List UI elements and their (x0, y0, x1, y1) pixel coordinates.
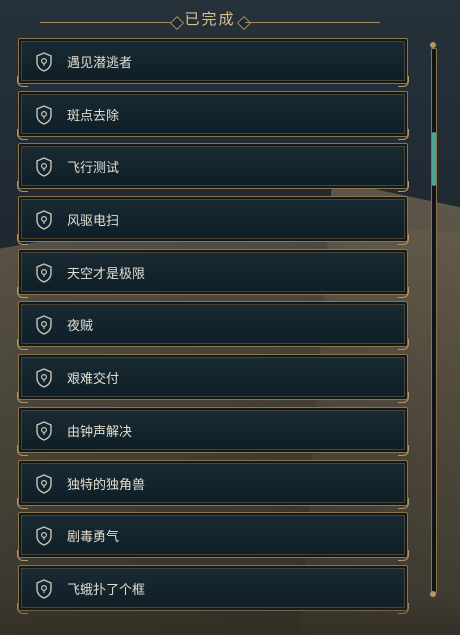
quest-item[interactable]: 斑点去除 (17, 90, 409, 140)
shield-icon (35, 52, 53, 72)
quest-item[interactable]: 由钟声解决 (17, 406, 409, 456)
shield-icon (35, 262, 53, 283)
shield-icon (35, 526, 53, 546)
quest-label: 由钟声解决 (67, 424, 133, 440)
quest-label: 剧毒勇气 (67, 530, 120, 546)
quest-label: 艰难交付 (67, 372, 120, 388)
shield-icon (35, 157, 53, 178)
quest-label: 遇见潜逃者 (67, 56, 133, 71)
quest-item[interactable]: 遇见潜逃者 (17, 38, 409, 87)
scrollbar-cap-bottom (430, 591, 436, 597)
quest-label: 独特的独角兽 (67, 477, 146, 493)
scrollbar[interactable] (428, 42, 438, 597)
section-title: 已完成 (184, 10, 236, 28)
shield-icon (35, 421, 53, 441)
quest-label: 飞蛾扑了个框 (67, 582, 146, 598)
header-rule-right (245, 22, 380, 23)
section-header: 已完成 (0, 0, 460, 36)
quest-item[interactable]: 风驱电扫 (17, 196, 409, 246)
shield-icon (35, 473, 53, 494)
scrollbar-track[interactable] (431, 48, 437, 593)
shield-icon (35, 315, 53, 336)
quest-item[interactable]: 天空才是极限 (17, 248, 409, 298)
quest-label: 风驱电扫 (67, 214, 120, 230)
quest-item[interactable]: 夜贼 (17, 301, 409, 351)
shield-icon (35, 579, 53, 599)
quest-label: 斑点去除 (67, 108, 120, 124)
quest-item[interactable]: 飞蛾扑了个框 (17, 564, 409, 614)
quest-item[interactable]: 独特的独角兽 (17, 459, 409, 509)
completed-quest-list: 遇见潜逃者斑点去除飞行测试风驱电扫天空才是极限 夜贼艰难交付由钟声解决独特的独角兽… (17, 38, 409, 618)
scrollbar-thumb[interactable] (432, 132, 436, 186)
quest-label: 夜贼 (67, 319, 94, 335)
quest-item[interactable]: 剧毒勇气 (17, 512, 409, 562)
shield-icon (35, 104, 53, 125)
shield-icon (35, 368, 53, 388)
quest-item[interactable]: 艰难交付 (17, 354, 409, 404)
quest-label: 飞行测试 (67, 161, 120, 177)
shield-icon (35, 210, 53, 230)
quest-label: 天空才是极限 (67, 266, 146, 282)
quest-item[interactable]: 飞行测试 (17, 143, 409, 193)
